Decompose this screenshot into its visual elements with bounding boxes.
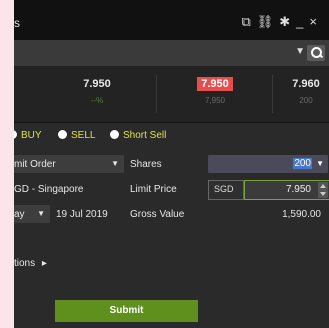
- limit-price-label: Limit Price: [130, 184, 177, 195]
- symbol-search-bar[interactable]: ▼: [14, 40, 329, 67]
- currency-box: SGD: [208, 180, 244, 200]
- quote-change: --%: [90, 96, 104, 105]
- quote-bid[interactable]: 7.950 7,950: [160, 67, 270, 122]
- title-icons: ⧉⛓✱_×: [241, 14, 323, 30]
- validity-value: ay: [14, 209, 25, 220]
- buy-label: BUY: [21, 130, 42, 141]
- divider: [272, 75, 273, 113]
- trade-window: s ⧉⛓✱_× ▼ 7.950 --% 7.950 7,950 7.960 20…: [0, 0, 329, 328]
- short-sell-label: Short Sell: [123, 130, 167, 141]
- shares-label: Shares: [130, 159, 162, 170]
- options-toggle[interactable]: tions ▸: [14, 258, 47, 269]
- quote-volume: 200: [299, 96, 313, 105]
- popout-icon[interactable]: ⧉: [241, 14, 256, 30]
- radio-icon: [58, 130, 67, 139]
- quote-strip: 7.950 --% 7.950 7,950 7.960 200: [14, 67, 329, 123]
- shares-input[interactable]: 200 ▼: [208, 155, 328, 173]
- stepper-icon[interactable]: [318, 182, 328, 198]
- order-type-value: mit Order: [14, 159, 56, 170]
- quote-price: 7.950: [83, 78, 111, 90]
- order-side-group: BUY SELL Short Sell: [8, 130, 329, 146]
- sell-label: SELL: [71, 130, 96, 141]
- chevron-down-icon[interactable]: ▼: [316, 159, 324, 168]
- chevron-down-icon[interactable]: ▼: [295, 46, 305, 57]
- search-button[interactable]: [307, 45, 325, 61]
- order-type-select[interactable]: mit Order ▼: [14, 155, 124, 173]
- short-sell-radio[interactable]: Short Sell: [110, 130, 166, 141]
- submit-button[interactable]: Submit: [55, 300, 198, 322]
- validity-select[interactable]: ay ▼: [14, 205, 50, 223]
- quote-volume: 7,950: [204, 96, 226, 105]
- limit-price-input[interactable]: 7.950: [244, 180, 329, 200]
- limit-price-value: 7.950: [285, 184, 311, 195]
- market-value: GD - Singapore: [14, 184, 84, 195]
- gross-value: 1,590.00: [282, 209, 321, 220]
- row-order-type: mit Order ▼ Shares 200 ▼: [14, 155, 329, 175]
- close-icon[interactable]: ×: [309, 14, 323, 29]
- quote-price: 7.960: [292, 78, 320, 90]
- link-icon[interactable]: ⛓: [257, 14, 280, 30]
- quote-ask[interactable]: 7.960 200: [276, 67, 329, 122]
- minimize-icon[interactable]: _: [296, 14, 309, 29]
- quote-last: 7.950 --%: [42, 67, 152, 122]
- divider: [156, 75, 157, 113]
- gross-value-label: Gross Value: [130, 209, 185, 220]
- chevron-down-icon: ▼: [37, 209, 45, 218]
- validity-date[interactable]: 19 Jul 2019: [56, 209, 108, 220]
- window-title: s: [14, 16, 20, 30]
- shares-value: 200: [293, 158, 312, 169]
- title-bar: s ⧉⛓✱_×: [14, 0, 329, 40]
- chevron-down-icon: ▼: [111, 159, 119, 168]
- row-validity: ay ▼ 19 Jul 2019 Gross Value 1,590.00: [14, 205, 329, 225]
- options-label: tions: [14, 258, 36, 269]
- radio-icon: [110, 130, 119, 139]
- quote-price: 7.950: [197, 77, 233, 91]
- currency-value: SGD: [214, 184, 234, 194]
- caret-right-icon: ▸: [41, 258, 47, 269]
- row-market: GD - Singapore Limit Price SGD 7.950: [14, 180, 329, 200]
- sell-radio[interactable]: SELL: [58, 130, 95, 141]
- left-page-edge: [0, 0, 14, 328]
- gear-icon[interactable]: ✱: [279, 14, 296, 30]
